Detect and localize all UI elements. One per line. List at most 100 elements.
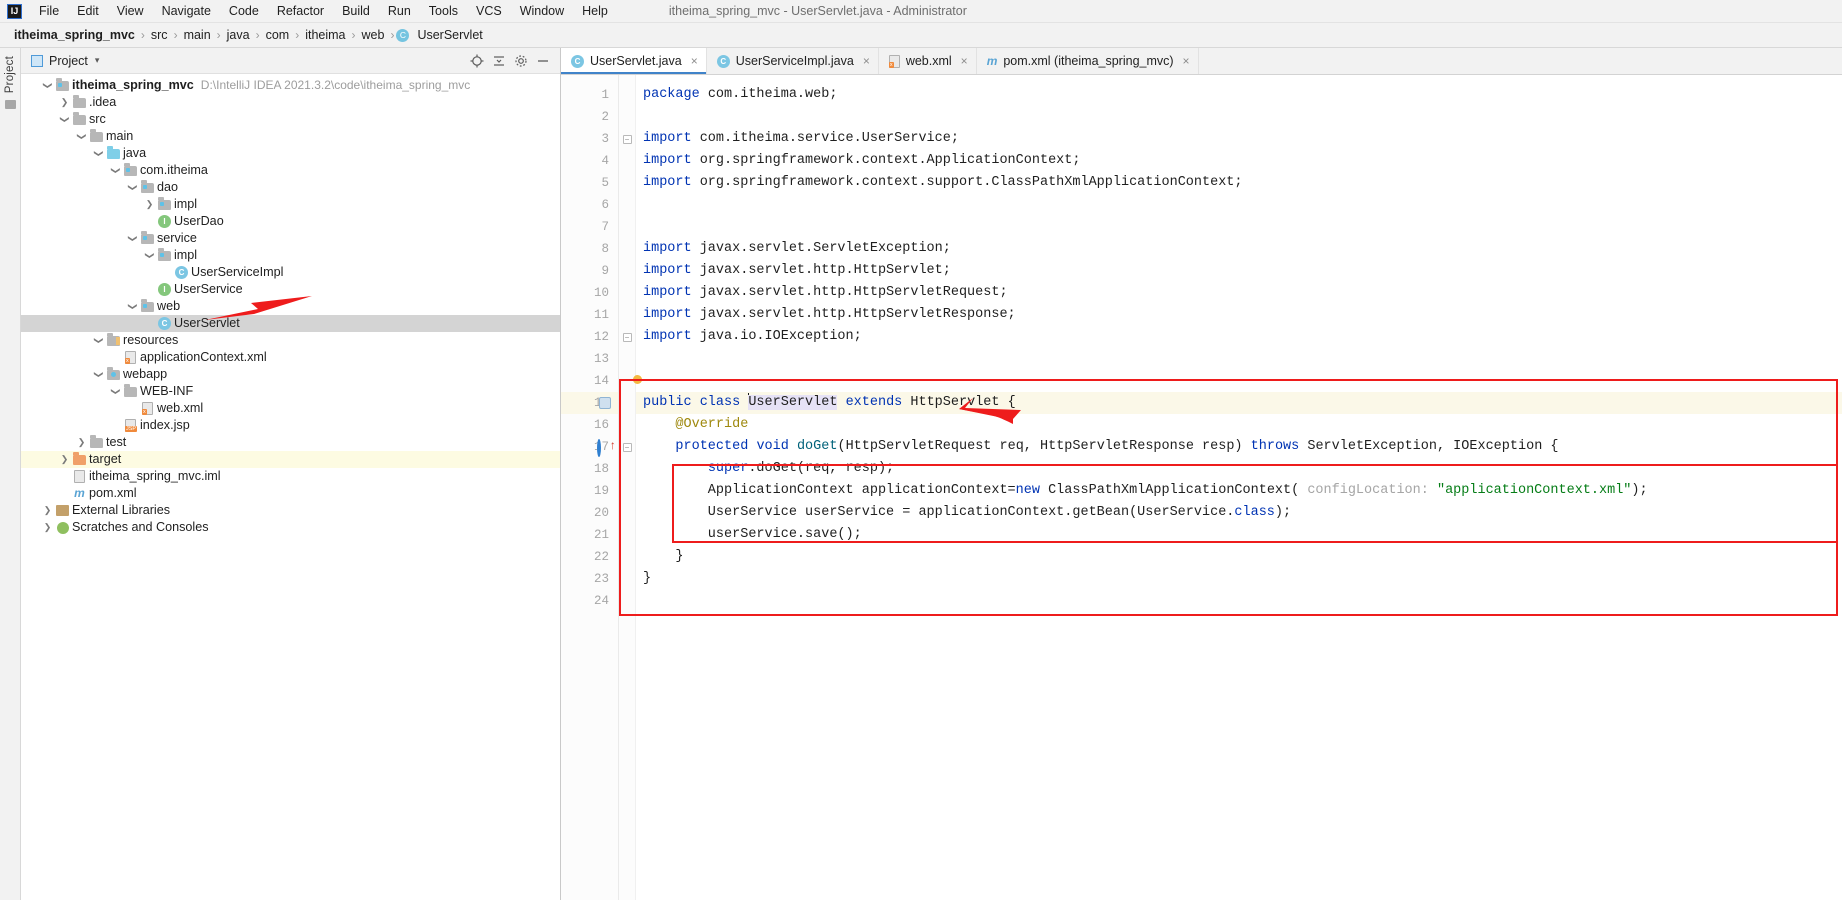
tree-row-service[interactable]: ❯ service (21, 230, 560, 247)
tree-row-dao[interactable]: ❯ dao (21, 179, 560, 196)
tree-row--idea[interactable]: ❯ .idea (21, 94, 560, 111)
tree-row-web-inf[interactable]: ❯ WEB-INF (21, 383, 560, 400)
chevron-right-icon[interactable]: ❯ (58, 451, 71, 468)
tree-row-web-xml[interactable]: x web.xml (21, 400, 560, 417)
tree-row-webapp[interactable]: ❯ webapp (21, 366, 560, 383)
chevron-down-icon[interactable]: ❯ (90, 368, 107, 381)
code-line[interactable]: } (636, 546, 1842, 568)
tree-row-scratches-and-consoles[interactable]: ❯ Scratches and Consoles (21, 519, 560, 536)
tree-row-java[interactable]: ❯ java (21, 145, 560, 162)
tree-row-external-libraries[interactable]: ❯ External Libraries (21, 502, 560, 519)
code-line[interactable]: protected void doGet(HttpServletRequest … (636, 436, 1842, 458)
close-icon[interactable]: × (961, 54, 968, 68)
menu-help[interactable]: Help (573, 2, 617, 20)
implemented-marker-icon[interactable] (599, 397, 611, 409)
menu-build[interactable]: Build (333, 2, 379, 20)
menu-tools[interactable]: Tools (420, 2, 467, 20)
code-line[interactable] (636, 216, 1842, 238)
chevron-down-icon[interactable]: ❯ (107, 164, 124, 177)
menu-navigate[interactable]: Navigate (153, 2, 220, 20)
project-tree[interactable]: ❯ itheima_spring_mvc D:\IntelliJ IDEA 2021… (21, 74, 560, 900)
project-panel-title[interactable]: Project (49, 54, 88, 68)
chevron-down-icon[interactable]: ❯ (90, 334, 107, 347)
code-line[interactable]: import org.springframework.context.Appli… (636, 150, 1842, 172)
tool-button-project[interactable]: Project (4, 56, 16, 93)
breadcrumb-item-src[interactable]: src (147, 27, 172, 43)
code-line[interactable] (636, 194, 1842, 216)
collapse-all-icon[interactable] (488, 51, 510, 71)
tree-row-web[interactable]: ❯ web (21, 298, 560, 315)
breadcrumb-item-web[interactable]: web (358, 27, 389, 43)
code-line[interactable] (636, 348, 1842, 370)
tree-row-userservice[interactable]: I UserService (21, 281, 560, 298)
code-line[interactable]: public class UserServlet extends HttpSer… (636, 392, 1842, 414)
editor-tab-userserviceimpl-java[interactable]: C UserServiceImpl.java × (707, 48, 879, 74)
code-text[interactable]: package com.itheima.web; import com.ithe… (636, 75, 1842, 900)
code-line[interactable]: import javax.servlet.http.HttpServletRes… (636, 304, 1842, 326)
code-line[interactable]: import javax.servlet.http.HttpServlet; (636, 260, 1842, 282)
tree-row-pom-xml[interactable]: m pom.xml (21, 485, 560, 502)
close-icon[interactable]: × (863, 54, 870, 68)
code-line[interactable]: import javax.servlet.ServletException; (636, 238, 1842, 260)
breadcrumb-item-project[interactable]: itheima_spring_mvc (10, 27, 139, 43)
tree-row-resources[interactable]: ❯ resources (21, 332, 560, 349)
structure-icon[interactable] (4, 100, 16, 110)
tree-row-main[interactable]: ❯ main (21, 128, 560, 145)
chevron-down-icon[interactable]: ❯ (124, 300, 141, 313)
tree-row-impl[interactable]: ❯ impl (21, 196, 560, 213)
code-line[interactable]: package com.itheima.web; (636, 84, 1842, 106)
chevron-down-icon[interactable]: ❯ (56, 113, 73, 126)
editor-tab-web-xml[interactable]: x web.xml × (879, 48, 977, 74)
tree-row-impl[interactable]: ❯ impl (21, 247, 560, 264)
chevron-down-icon[interactable]: ❯ (124, 232, 141, 245)
tree-row-userdao[interactable]: I UserDao (21, 213, 560, 230)
code-line[interactable]: ApplicationContext applicationContext=ne… (636, 480, 1842, 502)
tree-row-userserviceimpl[interactable]: C UserServiceImpl (21, 264, 560, 281)
code-fold-toggle[interactable]: − (619, 436, 635, 458)
hide-panel-icon[interactable] (532, 51, 554, 71)
code-line[interactable]: import org.springframework.context.suppo… (636, 172, 1842, 194)
collapse-region-icon[interactable]: − (622, 332, 632, 342)
collapse-region-icon[interactable]: − (622, 442, 632, 452)
code-fold-toggle[interactable]: − (619, 326, 635, 348)
code-line[interactable] (636, 590, 1842, 612)
breadcrumb-item-main[interactable]: main (180, 27, 215, 43)
code-fold-toggle[interactable]: − (619, 128, 635, 150)
menu-refactor[interactable]: Refactor (268, 2, 333, 20)
gear-icon[interactable] (510, 51, 532, 71)
tree-row-userservlet[interactable]: C UserServlet (21, 315, 560, 332)
chevron-down-icon[interactable]: ❯ (141, 249, 158, 262)
tree-row-itheima-spring-mvc-iml[interactable]: itheima_spring_mvc.iml (21, 468, 560, 485)
tree-row-applicationcontext-xml[interactable]: x applicationContext.xml (21, 349, 560, 366)
chevron-down-icon[interactable]: ❯ (124, 181, 141, 194)
tree-row-target[interactable]: ❯ target (21, 451, 560, 468)
close-icon[interactable]: × (691, 54, 698, 68)
code-line[interactable]: UserService userService = applicationCon… (636, 502, 1842, 524)
code-line[interactable]: import com.itheima.service.UserService; (636, 128, 1842, 150)
menu-code[interactable]: Code (220, 2, 268, 20)
code-line[interactable]: import javax.servlet.http.HttpServletReq… (636, 282, 1842, 304)
chevron-down-icon[interactable]: ▾ (95, 55, 100, 66)
code-line[interactable]: @Override (636, 414, 1842, 436)
code-editor[interactable]: 123456789101112131415161718192021222324↑… (561, 75, 1842, 900)
collapse-region-icon[interactable]: − (622, 134, 632, 144)
chevron-down-icon[interactable]: ❯ (90, 147, 107, 160)
menu-view[interactable]: View (108, 2, 153, 20)
tree-row-itheima-spring-mvc[interactable]: ❯ itheima_spring_mvc D:\IntelliJ IDEA 2021… (21, 77, 560, 94)
tree-row-src[interactable]: ❯ src (21, 111, 560, 128)
tree-row-index-jsp[interactable]: JSP index.jsp (21, 417, 560, 434)
code-line[interactable] (636, 370, 1842, 392)
breadcrumb-item-userservlet[interactable]: C UserServlet (396, 27, 486, 43)
chevron-down-icon[interactable]: ❯ (107, 385, 124, 398)
menu-window[interactable]: Window (511, 2, 573, 20)
chevron-down-icon[interactable]: ❯ (39, 79, 56, 92)
tree-row-com-itheima[interactable]: ❯ com.itheima (21, 162, 560, 179)
code-folding-column[interactable]: − − − (619, 75, 636, 900)
menu-file[interactable]: File (30, 2, 68, 20)
code-line[interactable]: userService.save(); (636, 524, 1842, 546)
breadcrumb-item-java[interactable]: java (223, 27, 254, 43)
menu-edit[interactable]: Edit (68, 2, 108, 20)
code-line[interactable] (636, 106, 1842, 128)
breadcrumb-item-itheima[interactable]: itheima (301, 27, 349, 43)
editor-tab-pom-xml-itheima-spring-mvc-[interactable]: m pom.xml (itheima_spring_mvc) × (977, 48, 1199, 74)
